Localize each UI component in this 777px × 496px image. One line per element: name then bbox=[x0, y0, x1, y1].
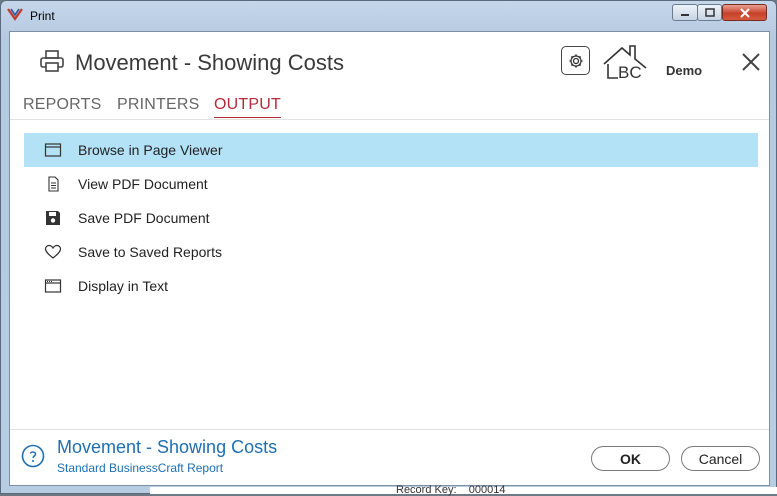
help-icon[interactable] bbox=[21, 444, 45, 468]
printer-icon bbox=[40, 50, 64, 72]
maximize-button[interactable] bbox=[697, 4, 722, 21]
dialog-close-icon[interactable] bbox=[739, 50, 763, 74]
tab-printers[interactable]: PRINTERS bbox=[117, 96, 200, 117]
text-window-icon bbox=[44, 279, 62, 293]
logo-text: BC bbox=[618, 63, 642, 82]
app-logo-icon bbox=[7, 8, 23, 21]
heart-icon bbox=[44, 244, 62, 259]
list-item-label: Save to Saved Reports bbox=[78, 244, 222, 260]
page-title: Movement - Showing Costs bbox=[75, 50, 344, 75]
dialog-header: Movement - Showing Costs BC Demo bbox=[10, 32, 769, 92]
window-close-button[interactable] bbox=[722, 4, 767, 21]
list-item-save-saved-reports[interactable]: Save to Saved Reports bbox=[24, 235, 758, 269]
floppy-disk-icon bbox=[46, 211, 60, 225]
list-item-save-pdf[interactable]: Save PDF Document bbox=[24, 201, 758, 235]
tab-output[interactable]: OUTPUT bbox=[214, 96, 281, 118]
page-viewer-icon bbox=[44, 143, 62, 157]
title-bar[interactable]: Print bbox=[1, 1, 776, 29]
minimize-icon bbox=[681, 13, 689, 16]
print-dialog-window: Print Movement - Showing Costs BC Demo R… bbox=[0, 0, 777, 494]
demo-badge: Demo bbox=[666, 63, 703, 78]
dialog-content: Movement - Showing Costs BC Demo REPORTS… bbox=[9, 31, 770, 486]
report-subtitle: Standard BusinessCraft Report bbox=[57, 461, 224, 475]
tab-bar: REPORTS PRINTERS OUTPUT bbox=[10, 92, 769, 120]
tab-reports[interactable]: REPORTS bbox=[23, 96, 101, 117]
window-title: Print bbox=[30, 9, 55, 23]
list-item-label: Display in Text bbox=[78, 278, 169, 294]
maximize-icon bbox=[704, 8, 715, 17]
list-item-view-pdf[interactable]: View PDF Document bbox=[24, 167, 758, 201]
report-title: Movement - Showing Costs bbox=[57, 437, 278, 457]
settings-button[interactable] bbox=[561, 46, 590, 75]
close-icon bbox=[739, 7, 750, 18]
cancel-button[interactable]: Cancel bbox=[681, 446, 760, 471]
gear-icon bbox=[569, 54, 582, 67]
ok-button[interactable]: OK bbox=[591, 446, 670, 471]
background-record-key: Record Key: 000014 bbox=[396, 484, 506, 496]
businesscraft-logo: BC bbox=[603, 45, 647, 82]
list-item-label: Save PDF Document bbox=[78, 210, 210, 226]
list-item-label: Browse in Page Viewer bbox=[78, 142, 223, 158]
list-item-display-text[interactable]: Display in Text bbox=[24, 269, 758, 303]
minimize-button[interactable] bbox=[672, 4, 698, 21]
dialog-footer: Movement - Showing Costs Standard Busine… bbox=[10, 429, 769, 485]
output-options-list: Browse in Page Viewer View PDF Document … bbox=[24, 133, 758, 303]
list-item-label: View PDF Document bbox=[78, 176, 208, 192]
list-item-browse-page-viewer[interactable]: Browse in Page Viewer bbox=[24, 133, 758, 167]
document-icon bbox=[48, 176, 59, 192]
